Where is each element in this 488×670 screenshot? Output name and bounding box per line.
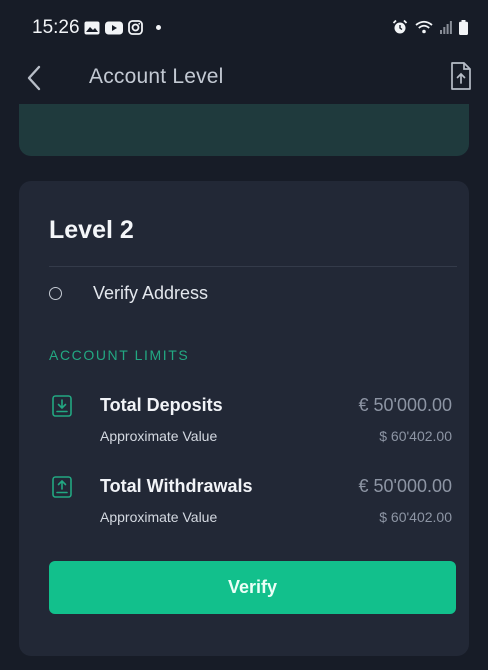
status-notification-icons — [84, 20, 161, 35]
limit-name: Total Deposits — [100, 395, 223, 415]
gallery-icon — [84, 21, 100, 34]
limit-row-total-withdrawals: Total Withdrawals € 50'000.00 Approximat… — [49, 473, 452, 529]
verify-button[interactable]: Verify — [49, 561, 456, 614]
approx-value: $ 60'402.00 — [379, 509, 452, 525]
upload-icon — [52, 476, 72, 498]
previous-level-card — [19, 104, 469, 156]
level-title: Level 2 — [49, 216, 134, 244]
limit-name: Total Withdrawals — [100, 476, 253, 496]
approx-value-label: Approximate Value — [100, 509, 218, 525]
approx-value: $ 60'402.00 — [379, 428, 452, 444]
status-time: 15:26 — [32, 17, 80, 38]
instagram-icon — [128, 20, 143, 35]
back-button[interactable] — [22, 62, 48, 94]
battery-icon — [459, 19, 468, 35]
alarm-icon — [392, 19, 408, 34]
status-system-icons — [392, 19, 468, 35]
export-document-icon[interactable] — [450, 61, 472, 91]
status-bar: 15:26 — [0, 0, 488, 58]
level-card: Level 2 Verify Address ACCOUNT LIMITS To… — [19, 181, 469, 656]
more-notifications-dot — [156, 25, 161, 30]
divider — [49, 266, 457, 267]
radio-unchecked-icon[interactable] — [49, 287, 62, 300]
signal-icon — [440, 21, 452, 34]
page-title: Account Level — [89, 65, 224, 88]
account-limits-heading: ACCOUNT LIMITS — [49, 347, 190, 363]
requirement-verify-address[interactable]: Verify Address — [49, 282, 457, 308]
limit-value: € 50'000.00 — [358, 476, 452, 496]
youtube-icon — [105, 21, 123, 34]
approx-value-label: Approximate Value — [100, 428, 218, 444]
limit-row-total-deposits: Total Deposits € 50'000.00 Approximate V… — [49, 392, 452, 448]
wifi-icon — [415, 20, 433, 34]
requirement-label: Verify Address — [93, 283, 209, 303]
limit-value: € 50'000.00 — [358, 395, 452, 415]
download-icon — [52, 395, 72, 417]
